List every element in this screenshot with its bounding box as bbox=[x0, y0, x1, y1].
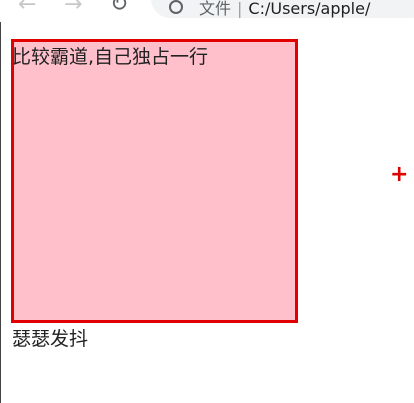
address-separator: | bbox=[237, 0, 243, 18]
address-bar[interactable]: 文件 | C:/Users/apple/ bbox=[151, 0, 414, 18]
forward-button[interactable]: → bbox=[64, 0, 82, 16]
info-icon[interactable] bbox=[169, 0, 183, 14]
plus-mark: + bbox=[390, 162, 409, 187]
back-button[interactable]: ← bbox=[18, 0, 36, 16]
security-label: 文件 bbox=[199, 0, 232, 18]
below-text: 瑟瑟发抖 bbox=[12, 328, 89, 350]
float-box bbox=[11, 39, 298, 323]
viewport-left-edge bbox=[0, 22, 1, 403]
reload-button[interactable]: ↻ bbox=[110, 0, 128, 16]
address-text: 文件 | C:/Users/apple/ bbox=[199, 0, 370, 19]
page-content: 比较霸道,自己独占一行 瑟瑟发抖 + bbox=[0, 22, 414, 403]
address-url[interactable]: C:/Users/apple/ bbox=[248, 0, 370, 18]
browser-toolbar: ← → ↻ 文件 | C:/Users/apple/ bbox=[0, 0, 414, 22]
box-text: 比较霸道,自己独占一行 bbox=[12, 46, 209, 68]
